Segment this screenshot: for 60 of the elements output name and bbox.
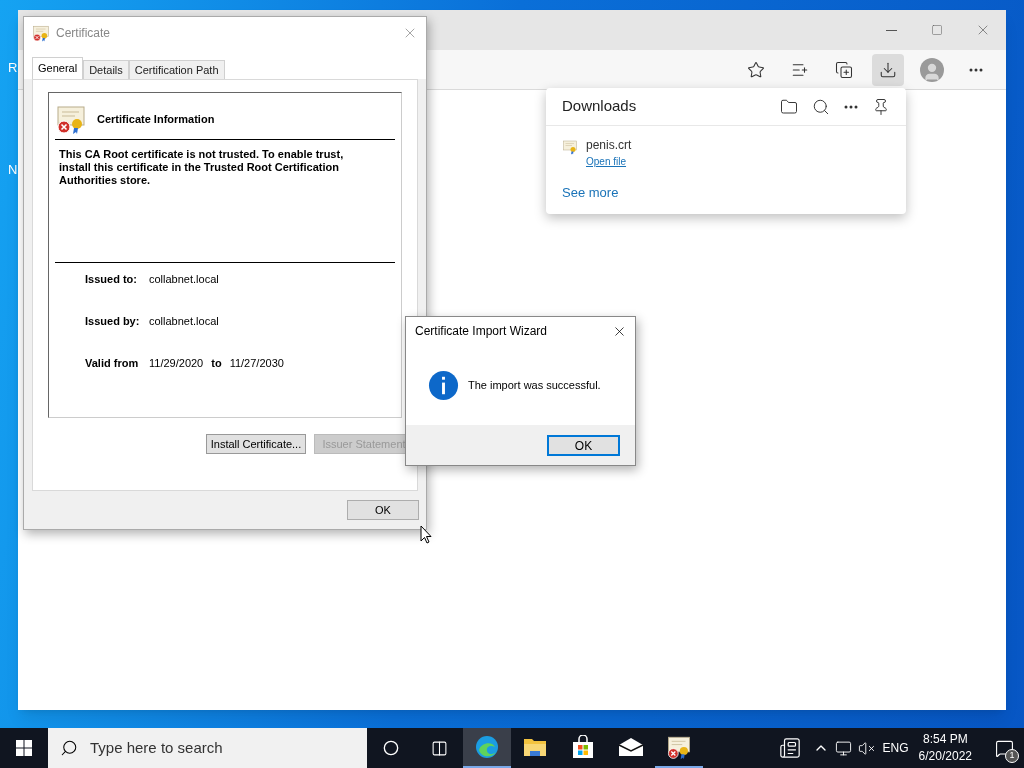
circle-icon [383,740,399,756]
folder-icon[interactable] [780,97,798,116]
maximize-icon [931,24,943,36]
dialog-title: Certificate Import Wizard [415,323,548,340]
file-icon [562,139,578,155]
dialog-button[interactable]: Install Certificate... [206,434,306,454]
collections-icon [835,60,853,79]
browser-logo-icon [475,735,499,759]
panel-title: Downloads [562,96,637,117]
more-icon[interactable] [844,104,858,109]
minimize-icon [885,29,897,31]
ok-button[interactable]: OK [347,500,419,520]
notification-count: 1 [1005,749,1019,763]
section-heading: Certificate Information [97,111,215,127]
avatar-icon [920,57,944,82]
clock-time[interactable]: 8:54 PM [922,731,968,748]
windows-logo-icon [16,740,32,756]
field-value: 11/27/2030 [229,356,284,371]
language-indicator[interactable]: ENG [882,739,909,757]
search-icon [60,739,78,757]
tab[interactable]: Details [83,60,129,79]
network-icon[interactable] [834,739,852,757]
taskbar-search-field[interactable]: Type here to search [48,728,367,768]
info-icon [428,369,459,401]
pin-icon[interactable] [872,97,890,116]
field-value: 11/29/2020 [149,356,204,371]
tab[interactable]: Certification Path [128,60,225,79]
field-value: collabnet.local [149,272,219,287]
shopping-bag-icon [572,735,594,759]
search-placeholder: Type here to search [90,737,223,758]
tab[interactable]: General [32,57,84,79]
more-icon [969,67,983,72]
field-label: Issued by: [85,314,141,329]
file-name: penis.crt [586,137,632,154]
folder-icon [523,736,547,758]
certificate-icon [32,24,50,42]
download-icon [879,60,897,79]
envelope-icon [618,737,644,757]
open-file-link[interactable]: Open file [586,154,632,169]
news-icon[interactable] [778,737,801,759]
notification-icon [994,738,1014,758]
trust-message: This CA Root certificate is not trusted. To enable trust, install this certificate in the Trusted Root Certification Authorities store. [58,147,345,188]
field-label: Issued to: [85,272,138,287]
dialog-title: Certificate [56,25,112,42]
mouse-cursor-icon [420,525,432,544]
star-plus-icon [747,60,765,79]
task-view-icon [430,739,448,757]
see-more-link[interactable]: See more [546,169,635,203]
certificate-error-icon [55,103,87,135]
clock-date[interactable]: 6/20/2022 [918,748,972,765]
notification-button[interactable]: 1 [984,728,1024,768]
field-value: collabnet.local [149,314,219,329]
ok-button[interactable]: OK [547,434,620,456]
field-label: Valid from [85,356,140,371]
certificate-icon [666,734,692,760]
wizard-message: The import was successful. [468,377,601,393]
toolbar-button[interactable] [872,53,904,86]
muted-speaker-icon[interactable] [857,739,875,757]
field-label: to [211,356,222,371]
search-icon[interactable] [812,97,830,116]
